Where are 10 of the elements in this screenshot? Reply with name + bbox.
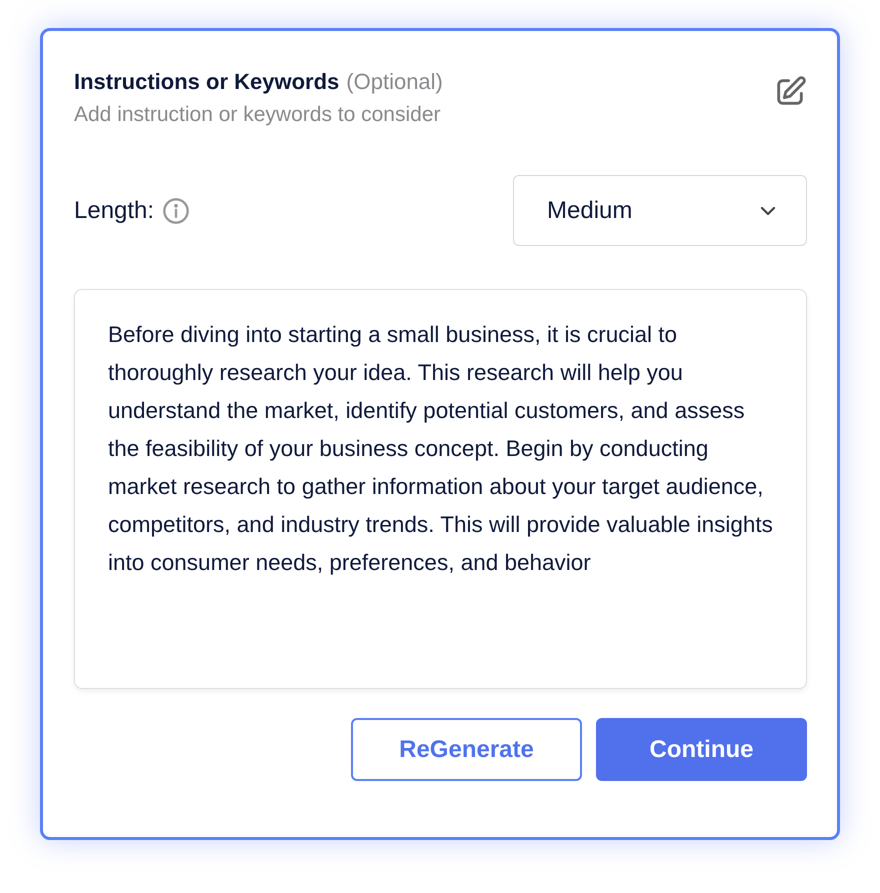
- optional-label: (Optional): [346, 69, 443, 95]
- continue-button[interactable]: Continue: [596, 718, 807, 781]
- section-title: Instructions or Keywords: [74, 69, 340, 95]
- text-output-area[interactable]: [74, 289, 807, 689]
- generated-text: Before diving into starting a small business, it is crucial to thoroughly research your idea. This research will help you understand the market, identify potential customers, and assess the feasibility of your business concept. Begin by conducting market research to gather information about your target audience, competitors, and industry trends. This will provide valuable insights into consumer needs, preferences, and behavior: [108, 321, 774, 577]
- section-subtitle: Add instruction or keywords to consider: [74, 103, 442, 127]
- info-icon[interactable]: [162, 196, 190, 224]
- length-dropdown[interactable]: Medium: [513, 175, 807, 246]
- length-label: Length:: [74, 196, 154, 224]
- regenerate-button[interactable]: ReGenerate: [351, 718, 582, 781]
